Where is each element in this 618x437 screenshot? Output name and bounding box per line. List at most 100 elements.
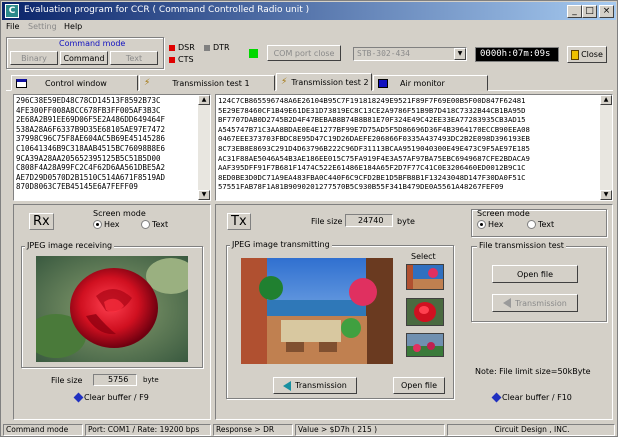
terrace-photo [241, 258, 393, 364]
right-transmission-label: Transmission [515, 298, 567, 308]
tab-control-window[interactable]: Control window [11, 75, 138, 91]
rx-file-size-label: File size [51, 376, 83, 385]
right-open-file-button[interactable]: Open file [492, 265, 578, 283]
thumb-flowers-image [407, 334, 443, 356]
status-company: Circuit Design , INC. [447, 424, 615, 436]
tab-transmission-test-1-label: Transmission test 1 [172, 78, 250, 88]
received-image [36, 256, 188, 362]
rx-hex-radio[interactable]: Hex [93, 220, 120, 229]
menu-bar: File Setting Help [2, 21, 616, 35]
port-setting-value: STB-302-434 [357, 49, 410, 58]
tab-air-monitor[interactable]: Air monitor [373, 75, 488, 91]
main-window: C Evaluation program for CCR ( Command C… [0, 0, 618, 437]
jpeg-receiving-title: JPEG image receiving [25, 241, 115, 250]
cts-label: CTS [178, 55, 194, 64]
status-value: Value > $D7h ( 215 ) [295, 424, 445, 436]
tx-transmission-button[interactable]: Transmission [273, 377, 357, 394]
right-hex-label: Hex [488, 220, 504, 229]
menu-help[interactable]: Help [64, 22, 82, 31]
right-text-radio[interactable]: Text [527, 220, 554, 229]
radio-unselected-icon [141, 220, 150, 229]
title-bar[interactable]: C Evaluation program for CCR ( Command C… [2, 2, 616, 20]
tx-file-size-field: 24740 [345, 214, 393, 227]
send-arrow-icon [503, 298, 512, 308]
tx-transmission-label: Transmission [295, 381, 347, 390]
dtr-label: DTR [213, 43, 230, 52]
antenna-icon: ⚡ [144, 78, 151, 88]
radio-selected-icon [477, 220, 486, 229]
app-close-label: Close [581, 50, 603, 59]
send-arrow-icon [283, 380, 292, 391]
tx-open-file-button[interactable]: Open file [393, 377, 445, 394]
rx-clear-buffer-label: Clear buffer / F9 [84, 393, 149, 402]
menu-file[interactable]: File [6, 22, 19, 31]
tab-transmission-test-2-label: Transmission test 2 [291, 77, 369, 87]
com-port-close-button[interactable]: COM port close [267, 45, 341, 61]
tab-control-window-label: Control window [45, 78, 107, 88]
red-rose-photo [36, 256, 188, 362]
rx-hex-text: 296C38E59ED48C78CD14513F8592B73C 4FE300F… [14, 95, 198, 200]
text-mode-button[interactable]: Text [110, 51, 158, 65]
scroll-down-arrow-icon[interactable]: ▼ [198, 190, 210, 200]
rx-clear-buffer-link[interactable]: Clear buffer / F9 [73, 392, 149, 403]
timer-value: 0000h:07m:09s [480, 49, 551, 59]
tx-hex-scrollbar[interactable]: ▲ ▼ [600, 95, 612, 200]
right-clear-buffer-link[interactable]: Clear buffer / F10 [491, 392, 572, 403]
menu-setting[interactable]: Setting [28, 22, 57, 31]
rx-hex-display[interactable]: 296C38E59ED48C78CD14513F8592B73C 4FE300F… [13, 94, 211, 201]
right-clear-buffer-label: Clear buffer / F10 [502, 393, 572, 402]
tx-file-size-value: 24740 [358, 216, 384, 225]
tab-transmission-test-2[interactable]: ⚡ Transmission test 2 [276, 73, 372, 91]
dropdown-arrow-icon[interactable]: ▼ [454, 48, 466, 60]
door-icon [571, 49, 580, 60]
right-transmission-button[interactable]: Transmission [492, 294, 578, 312]
command-mode-title: Command mode [59, 39, 126, 48]
rx-file-size-value: 5756 [108, 375, 129, 384]
binary-mode-button[interactable]: Binary [10, 51, 58, 65]
maximize-button[interactable]: □ [582, 5, 597, 18]
rx-hex-label: Hex [104, 220, 120, 229]
tab-transmission-test-1[interactable]: ⚡ Transmission test 1 [139, 75, 275, 91]
tx-hex-display[interactable]: 124C7CB865596748A6E26104B95C7F191818249E… [215, 94, 613, 201]
window-title: Evaluation program for CCR ( Command Con… [24, 5, 310, 15]
elapsed-timer: 0000h:07m:09s [475, 47, 559, 62]
monitor-icon [378, 78, 388, 88]
antenna-icon: ⚡ [281, 77, 288, 87]
rx-unit-label: byte [143, 376, 159, 384]
scroll-down-arrow-icon[interactable]: ▼ [600, 190, 612, 200]
status-mode: Command mode [3, 424, 83, 436]
eraser-icon [73, 392, 84, 403]
rx-file-size-field: 5756 [93, 374, 137, 386]
port-setting-select[interactable]: STB-302-434 ▼ [353, 47, 467, 61]
window-icon [16, 78, 27, 88]
right-screen-mode-title: Screen mode [477, 209, 530, 218]
tx-hex-text: 124C7CB865596748A6E26104B95C7F191818249E… [216, 95, 600, 200]
scroll-up-arrow-icon[interactable]: ▲ [600, 95, 612, 105]
rx-label: Rx [29, 213, 54, 230]
eraser-icon [491, 392, 502, 403]
scroll-up-arrow-icon[interactable]: ▲ [198, 95, 210, 105]
minimize-button[interactable]: _ [567, 5, 582, 18]
thumb-rose[interactable] [406, 298, 444, 326]
right-hex-radio[interactable]: Hex [477, 220, 504, 229]
jpeg-transmitting-title: JPEG image transmitting [230, 240, 332, 249]
rx-screen-mode-title: Screen mode [93, 209, 146, 218]
rx-hex-scrollbar[interactable]: ▲ ▼ [198, 95, 210, 200]
thumb-terrace[interactable] [406, 264, 444, 290]
command-mode-button[interactable]: Command [60, 51, 108, 65]
tx-label: Tx [227, 213, 251, 230]
right-text-label: Text [538, 220, 555, 229]
select-label: Select [411, 252, 436, 261]
thumb-rose-image [407, 299, 443, 325]
thumb-flowers[interactable] [406, 333, 444, 357]
file-limit-note: Note: File limit size=50kByte [475, 367, 591, 376]
rx-text-radio[interactable]: Text [141, 220, 168, 229]
tx-unit-label: byte [397, 217, 415, 226]
radio-selected-icon [93, 220, 102, 229]
cts-indicator-icon [169, 57, 175, 63]
close-window-button[interactable]: × [599, 5, 614, 18]
app-close-button[interactable]: Close [567, 46, 607, 63]
transmit-image [241, 258, 393, 364]
dtr-indicator-icon [204, 45, 210, 51]
radio-unselected-icon [527, 220, 536, 229]
